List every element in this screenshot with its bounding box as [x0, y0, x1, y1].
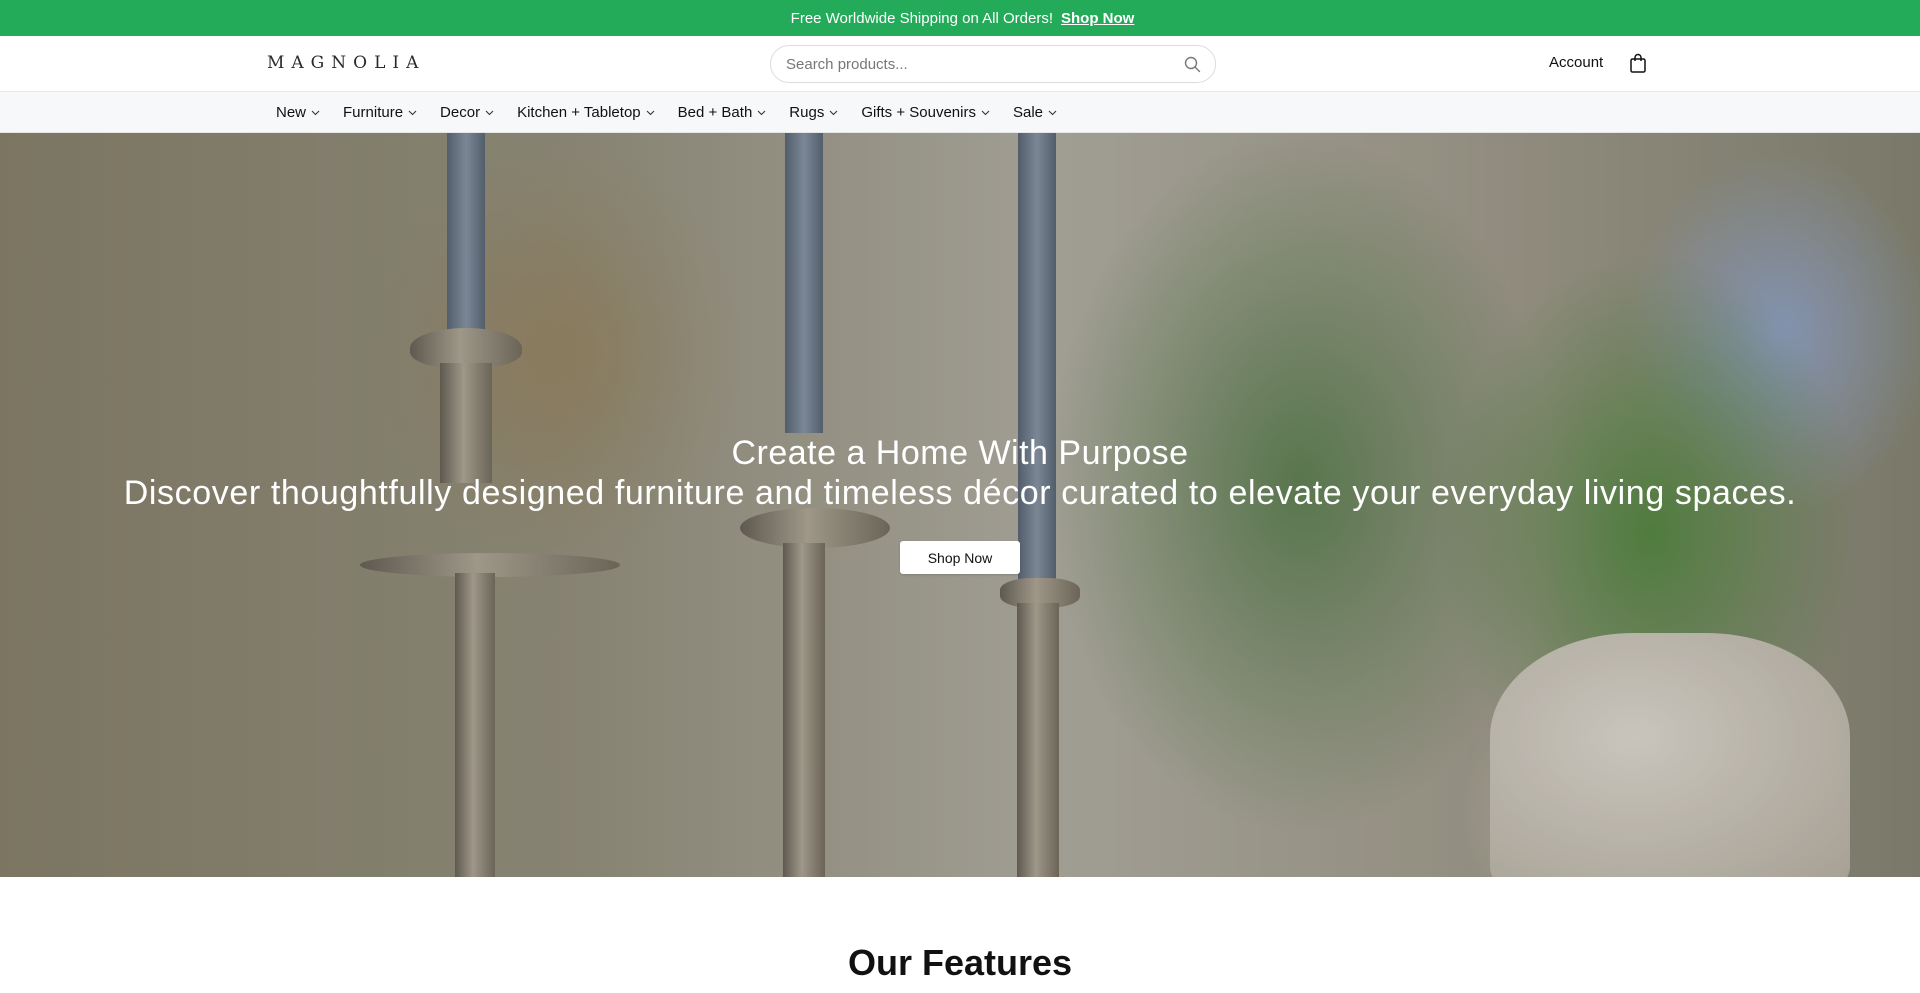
announcement-shop-now-link[interactable]: Shop Now: [1061, 10, 1134, 27]
chevron-down-icon: [311, 110, 320, 116]
hero-title: Create a Home With Purpose: [731, 434, 1189, 472]
site-header: MAGNOLIA Account: [0, 36, 1920, 92]
main-nav: New Furniture Decor Kitchen + Tabletop B…: [0, 92, 1920, 133]
chevron-down-icon: [829, 110, 838, 116]
nav-items: New Furniture Decor Kitchen + Tabletop B…: [267, 92, 1071, 133]
chevron-down-icon: [408, 110, 417, 116]
nav-item-kitchen-tabletop[interactable]: Kitchen + Tabletop: [517, 104, 655, 121]
nav-item-label: New: [276, 104, 307, 121]
nav-item-gifts-souvenirs[interactable]: Gifts + Souvenirs: [861, 104, 990, 121]
chevron-down-icon: [646, 110, 655, 116]
search-icon[interactable]: [1183, 55, 1201, 73]
chevron-down-icon: [1048, 110, 1057, 116]
nav-item-label: Gifts + Souvenirs: [861, 104, 976, 121]
hero-banner: Create a Home With Purpose Discover thou…: [0, 133, 1920, 877]
features-title: Our Features: [847, 942, 1073, 983]
nav-item-label: Decor: [440, 104, 481, 121]
nav-item-sale[interactable]: Sale: [1013, 104, 1057, 121]
nav-item-label: Kitchen + Tabletop: [517, 104, 641, 121]
announcement-bar: Free Worldwide Shipping on All Orders! S…: [0, 0, 1920, 36]
search-input[interactable]: [786, 55, 1183, 73]
nav-item-label: Sale: [1012, 104, 1043, 121]
hero-subtitle: Discover thoughtfully designed furniture…: [123, 474, 1797, 512]
chevron-down-icon: [757, 110, 766, 116]
announcement-message: Free Worldwide Shipping on All Orders!: [790, 9, 1054, 27]
shopping-bag-icon[interactable]: [1629, 53, 1647, 73]
chevron-down-icon: [485, 110, 494, 116]
logo[interactable]: MAGNOLIA: [267, 53, 425, 73]
nav-item-label: Bed + Bath: [677, 104, 753, 121]
nav-item-decor[interactable]: Decor: [440, 104, 494, 121]
chevron-down-icon: [981, 110, 990, 116]
nav-item-label: Furniture: [343, 104, 404, 121]
nav-item-new[interactable]: New: [276, 104, 320, 121]
nav-item-label: Rugs: [789, 104, 825, 121]
search-bar: [770, 45, 1216, 83]
hero-shop-now-button[interactable]: Shop Now: [900, 541, 1020, 574]
nav-item-bed-bath[interactable]: Bed + Bath: [678, 104, 767, 121]
nav-item-rugs[interactable]: Rugs: [789, 104, 838, 121]
nav-item-furniture[interactable]: Furniture: [343, 104, 417, 121]
account-link[interactable]: Account: [1549, 54, 1603, 71]
